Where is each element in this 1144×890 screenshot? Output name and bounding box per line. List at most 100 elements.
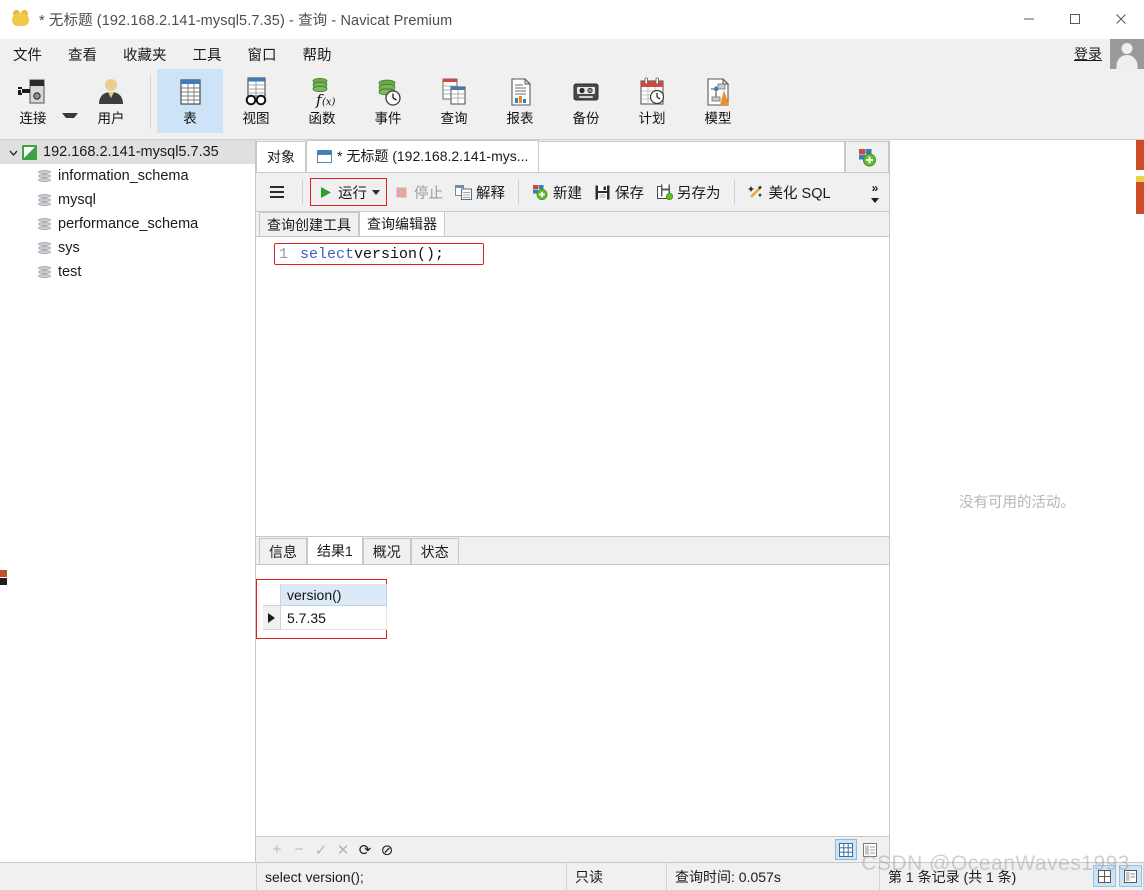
menu-bar: 文件 查看 收藏夹 工具 窗口 帮助 登录 — [0, 39, 1144, 69]
tree-item-database-sys[interactable]: sys — [0, 236, 255, 260]
new-query-button[interactable]: 新建 — [526, 178, 588, 206]
menu-item-tools[interactable]: 工具 — [180, 40, 235, 69]
toolbar-button-connection[interactable]: 连接 — [0, 69, 66, 133]
tab-objects[interactable]: 对象 — [256, 141, 306, 172]
toolbar-label-report: 报表 — [506, 111, 534, 126]
avatar[interactable] — [1110, 39, 1144, 69]
tree-label-database: performance_schema — [58, 216, 199, 232]
hamburger-icon — [268, 184, 285, 201]
row-pointer-icon — [268, 612, 275, 623]
chevron-down-icon[interactable] — [6, 147, 20, 158]
toolbar-button-user[interactable]: 用户 — [78, 69, 144, 133]
tree-item-database-test[interactable]: test — [0, 260, 255, 284]
tree-label-connection: 192.168.2.141-mysql5.7.35 — [43, 144, 219, 160]
tab-query-untitled[interactable]: * 无标题 (192.168.2.141-mys... — [306, 140, 540, 172]
toolbar-button-event[interactable]: 事件 — [355, 69, 421, 133]
query-toolbar-separator — [518, 180, 519, 204]
form-layout-icon[interactable] — [1119, 865, 1142, 887]
explain-icon — [455, 184, 472, 201]
toolbar-button-report[interactable]: 报表 — [487, 69, 553, 133]
window-title: * 无标题 (192.168.2.141-mysql5.7.35) - 查询 -… — [39, 12, 453, 29]
tree-item-connection[interactable]: 192.168.2.141-mysql5.7.35 — [0, 140, 255, 164]
stop-loading-icon[interactable]: ⊘ — [376, 839, 398, 861]
table-row[interactable]: 5.7.35 — [263, 605, 387, 630]
toolbar-button-table[interactable]: 表 — [157, 69, 223, 133]
cancel-change-icon[interactable]: ✕ — [332, 839, 354, 861]
query-menu-button[interactable] — [262, 178, 295, 206]
menu-item-favorites[interactable]: 收藏夹 — [110, 40, 180, 69]
apply-change-icon[interactable]: ✓ — [310, 839, 332, 861]
tree-item-database-performance_schema[interactable]: performance_schema — [0, 212, 255, 236]
title-bar: * 无标题 (192.168.2.141-mysql5.7.35) - 查询 -… — [0, 0, 1144, 39]
cell-version-value[interactable]: 5.7.35 — [280, 605, 387, 630]
tab-query-editor[interactable]: 查询编辑器 — [359, 211, 445, 236]
tab-profile[interactable]: 概况 — [362, 538, 411, 564]
save-button[interactable]: 保存 — [588, 178, 650, 206]
explain-button[interactable]: 解释 — [449, 178, 511, 206]
menu-item-file[interactable]: 文件 — [0, 40, 55, 69]
backup-icon — [566, 74, 606, 110]
remove-record-glyph: − — [294, 841, 304, 858]
window-controls — [1006, 0, 1144, 38]
close-icon[interactable] — [1098, 0, 1144, 38]
sql-editor-line[interactable]: 1 select version(); — [274, 243, 484, 265]
query-toolbar-separator — [302, 180, 303, 204]
stop-loading-glyph: ⊘ — [380, 841, 394, 859]
connection-dropdown-caret-icon[interactable] — [62, 112, 78, 118]
toolbar-overflow-button[interactable]: » — [865, 173, 885, 213]
grid-corner-cell[interactable] — [263, 584, 281, 606]
remove-record-icon[interactable]: − — [288, 839, 310, 861]
toolbar-button-view[interactable]: 视图 — [223, 69, 289, 133]
refresh-icon[interactable]: ⟳ — [354, 839, 376, 861]
toolbar-separator — [150, 75, 151, 129]
result-grid[interactable]: version() 5.7.35 — [263, 584, 387, 630]
table-header-row: version() — [263, 584, 387, 606]
tab-query-builder[interactable]: 查询创建工具 — [259, 212, 359, 236]
toolbar-button-model[interactable]: 模型 — [685, 69, 751, 133]
database-icon — [38, 217, 51, 232]
menu-item-view[interactable]: 查看 — [55, 40, 110, 69]
beautify-sql-button[interactable]: 美化 SQL — [742, 178, 837, 206]
tree-item-database-information_schema[interactable]: information_schema — [0, 164, 255, 188]
main-toolbar: 连接 用户 表 视图 f (x) 函数 事件 查询 报表 备份 计划 模型 — [0, 69, 1144, 140]
form-view-icon[interactable] — [859, 839, 881, 860]
sql-editor[interactable]: 1 select version(); — [256, 237, 889, 536]
minimize-icon[interactable] — [1006, 0, 1052, 38]
tree-label-database: test — [58, 264, 82, 280]
stop-button[interactable]: 停止 — [387, 178, 449, 206]
toolbar-button-schedule[interactable]: 计划 — [619, 69, 685, 133]
save-icon — [594, 184, 611, 201]
edge-notification-strip — [1136, 140, 1144, 214]
tab-query-editor-label: 查询编辑器 — [367, 215, 437, 232]
tab-messages[interactable]: 信息 — [259, 538, 307, 564]
user-icon — [91, 74, 131, 110]
query-tab-icon — [317, 149, 332, 163]
run-dropdown-caret-icon[interactable] — [372, 189, 380, 195]
toolbar-label-schedule: 计划 — [638, 111, 666, 126]
toolbar-button-function[interactable]: f (x) 函数 — [289, 69, 355, 133]
sql-expression: version(); — [354, 245, 445, 263]
new-tab-icon[interactable] — [845, 141, 889, 172]
column-header-version[interactable]: version() — [280, 584, 387, 606]
save-as-button[interactable]: 另存为 — [650, 178, 727, 206]
menu-item-help[interactable]: 帮助 — [290, 40, 345, 69]
connection-icon — [13, 74, 53, 110]
maximize-icon[interactable] — [1052, 0, 1098, 38]
tree-item-database-mysql[interactable]: mysql — [0, 188, 255, 212]
menu-item-window[interactable]: 窗口 — [235, 40, 290, 69]
view-icon — [236, 74, 276, 110]
grid-layout-icon[interactable] — [1093, 865, 1116, 887]
run-button[interactable]: 运行 — [310, 178, 387, 206]
stop-icon — [393, 184, 410, 201]
add-record-icon[interactable]: + — [266, 839, 288, 861]
tab-status[interactable]: 状态 — [410, 538, 459, 564]
tab-result-1[interactable]: 结果1 — [307, 536, 363, 564]
query-pane: 对象 * 无标题 (192.168.2.141-mys... 运行 停止 解释 … — [256, 140, 890, 862]
activity-panel: 没有可用的活动。 — [890, 140, 1144, 862]
svg-text:(x): (x) — [322, 97, 336, 108]
grid-view-icon[interactable] — [835, 839, 857, 860]
toolbar-button-query[interactable]: 查询 — [421, 69, 487, 133]
login-link[interactable]: 登录 — [1074, 44, 1102, 64]
row-header[interactable] — [263, 605, 281, 630]
toolbar-button-backup[interactable]: 备份 — [553, 69, 619, 133]
